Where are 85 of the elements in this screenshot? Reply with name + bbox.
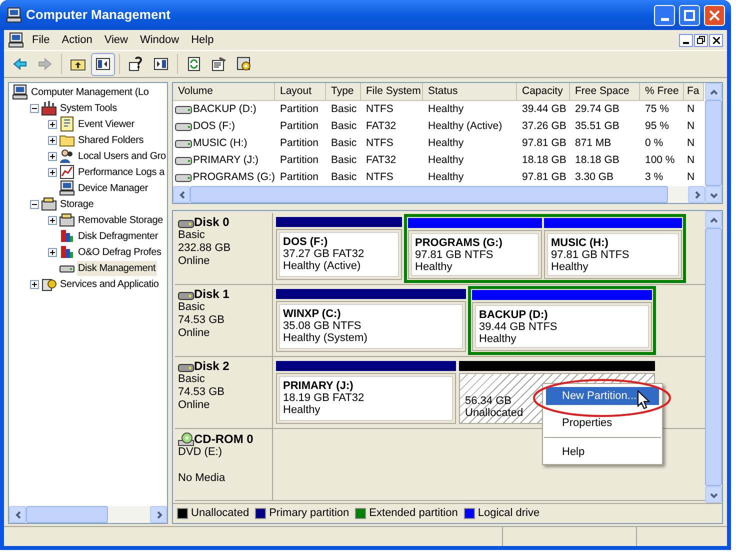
partition-status: Healthy — [283, 404, 320, 416]
legend-label: Primary partition — [269, 506, 350, 522]
table-cell-text: Basic — [331, 170, 357, 185]
table-cell-text: 39.44 GB — [522, 102, 566, 117]
table-cell-text: NTFS — [366, 102, 394, 117]
partition-name: WINXP (C:) — [283, 308, 341, 320]
table-cell-text: 18.18 GB — [575, 152, 620, 168]
disk-info: 74.53 GB — [178, 386, 226, 399]
disk-info: Online — [178, 255, 211, 268]
partition-name: BACKUP (D:) — [479, 309, 548, 321]
table-cell-text: NTFS — [366, 170, 394, 185]
table-cell-text: N — [687, 152, 695, 168]
disk-info: 74.53 GB — [178, 314, 226, 327]
disk-info: Online — [178, 327, 211, 340]
table-cell-text: Partition — [280, 118, 319, 134]
partition-size: 56.34 GB — [465, 395, 512, 407]
table-cell-text: 3 % — [645, 170, 664, 185]
disk-name: Disk 2 — [194, 360, 230, 373]
table-cell-text: N — [687, 102, 695, 117]
table-cell-text: Healthy — [428, 170, 464, 185]
table-cell-text: N — [687, 136, 695, 151]
partition-size: 97.81 GB NTFS — [415, 249, 494, 261]
legend-label: Extended partition — [369, 506, 458, 522]
table-cell-text: 29.74 GB — [575, 102, 620, 117]
table-cell-text: 97.81 GB — [522, 170, 566, 185]
disk-info: Online — [178, 399, 211, 412]
partition-status: Healthy (System) — [283, 332, 368, 344]
partition-status: Unallocated — [465, 407, 524, 419]
table-cell-text: MUSIC (H:) — [193, 136, 248, 151]
disk-info: Basic — [178, 229, 206, 242]
partition-name: DOS (F:) — [283, 236, 328, 248]
table-cell-text: Basic — [331, 152, 357, 168]
partition-status: Healthy — [551, 261, 588, 273]
table-cell-text: 75 % — [645, 102, 669, 117]
table-cell-text: Healthy (Active) — [428, 118, 502, 134]
partition-size: 37.27 GB FAT32 — [283, 248, 364, 260]
partition-status: Healthy — [479, 333, 516, 345]
disk-info: No Media — [178, 472, 226, 485]
table-cell-text: Healthy — [428, 102, 464, 117]
table-cell-text: 35.51 GB — [575, 118, 620, 134]
table-cell-text: Healthy — [428, 152, 464, 168]
table-cell-text: PRIMARY (J:) — [193, 152, 259, 168]
table-cell-text: FAT32 — [366, 152, 396, 168]
legend-label: Unallocated — [191, 506, 250, 522]
table-cell-text: Partition — [280, 170, 319, 185]
partition-size: 39.44 GB NTFS — [479, 321, 558, 333]
table-cell-text: PROGRAMS (G:) — [192, 170, 275, 185]
table-cell-text: 95 % — [645, 118, 669, 134]
disk-info: DVD (E:) — [178, 446, 223, 459]
table-cell-text: 0 % — [645, 136, 664, 151]
partition-name: MUSIC (H:) — [551, 237, 608, 249]
table-cell-text: NTFS — [366, 136, 394, 151]
disk-info: Basic — [178, 373, 206, 386]
table-cell-text: 18.18 GB — [522, 152, 566, 168]
partition-status: Healthy (Active) — [283, 260, 361, 272]
partition-size: 18.19 GB FAT32 — [283, 392, 364, 404]
table-cell-text: 871 MB — [575, 136, 612, 151]
legend-label: Logical drive — [478, 506, 540, 522]
partition-size: 35.08 GB NTFS — [283, 320, 362, 332]
table-cell-text: BACKUP (D:) — [193, 102, 256, 117]
table-cell-text: Basic — [331, 118, 357, 134]
table-cell-text: Partition — [280, 136, 319, 151]
disk-name: CD-ROM 0 — [194, 432, 254, 446]
table-cell-text: 100 % — [645, 152, 675, 168]
window-title: Computer Management — [26, 6, 172, 24]
table-cell-text: 37.26 GB — [522, 118, 566, 134]
table-cell-text: Healthy — [428, 136, 464, 151]
table-cell-text: Basic — [331, 136, 357, 151]
disk-name: Disk 0 — [194, 216, 230, 229]
table-cell-text: Partition — [280, 102, 319, 117]
disk-name: Disk 1 — [194, 288, 230, 301]
table-cell-text: 97.81 GB — [522, 136, 566, 151]
table-cell-text: Basic — [331, 102, 357, 117]
partition-status: Healthy — [415, 261, 452, 273]
disk-info: Basic — [178, 301, 206, 314]
partition-size: 97.81 GB NTFS — [551, 249, 630, 261]
table-cell-text: FAT32 — [366, 118, 396, 134]
partition-name: PRIMARY (J:) — [283, 380, 354, 392]
table-cell-text: Partition — [280, 152, 319, 168]
table-cell-text: DOS (F:) — [193, 118, 235, 134]
table-cell-text: N — [687, 118, 695, 134]
table-cell-text: N — [687, 170, 695, 185]
partition-name: PROGRAMS (G:) — [415, 237, 502, 249]
table-cell-text: 3.30 GB — [575, 170, 614, 185]
disk-info: 232.88 GB — [178, 242, 232, 255]
